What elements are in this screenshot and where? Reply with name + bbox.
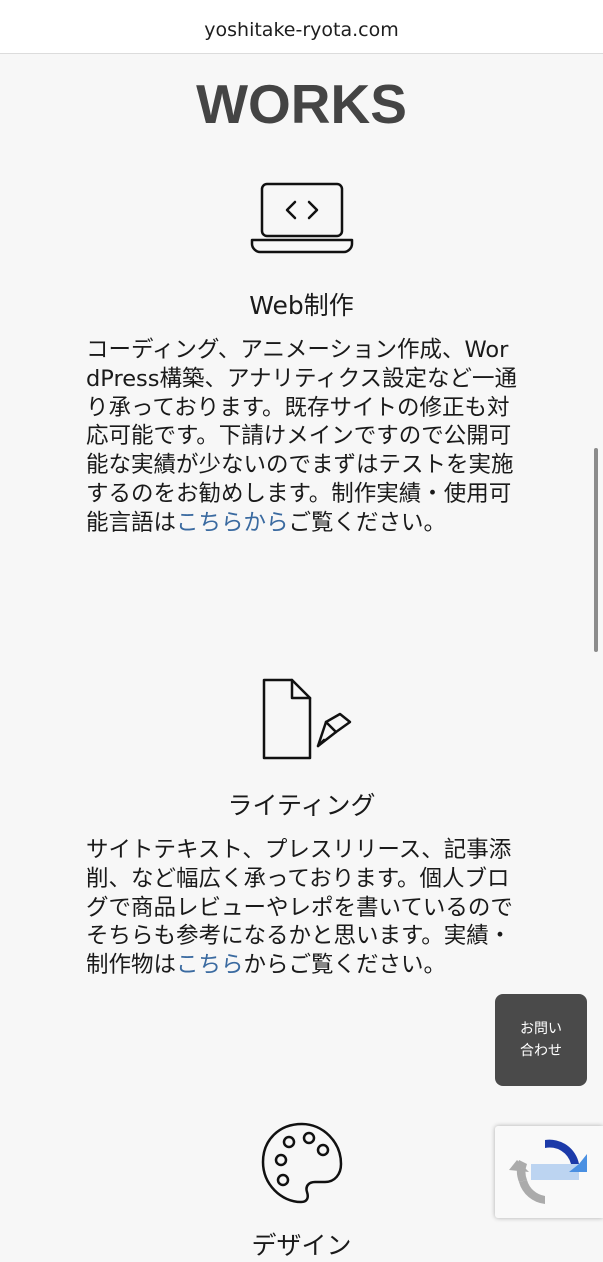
recaptcha-badge[interactable] (495, 1126, 603, 1218)
address-bar[interactable]: yoshitake-ryota.com (0, 0, 603, 54)
section-body-web: コーディング、アニメーション作成、WordPress構築、アナリティクス設定など… (86, 337, 518, 536)
url-text: yoshitake-ryota.com (204, 18, 399, 41)
document-pencil-icon (0, 676, 603, 762)
web-works-link[interactable]: こちらから (176, 510, 289, 536)
section-title-design: デザイン (251, 1231, 352, 1260)
section-title-writing: ライティング (227, 791, 376, 820)
page-title: WORKS (196, 73, 407, 135)
contact-button[interactable]: お問い 合わせ (495, 994, 587, 1086)
section-body-writing: サイトテキスト、プレスリリース、記事添削、など幅広く承っております。個人ブログで… (86, 837, 513, 979)
writing-works-link[interactable]: こちら (176, 952, 244, 978)
section-title-web: Web制作 (249, 291, 354, 320)
recaptcha-icon (509, 1139, 587, 1204)
laptop-code-icon (0, 180, 603, 256)
contact-button-label: お問い 合わせ (520, 1021, 562, 1059)
scrollbar[interactable] (594, 448, 598, 652)
